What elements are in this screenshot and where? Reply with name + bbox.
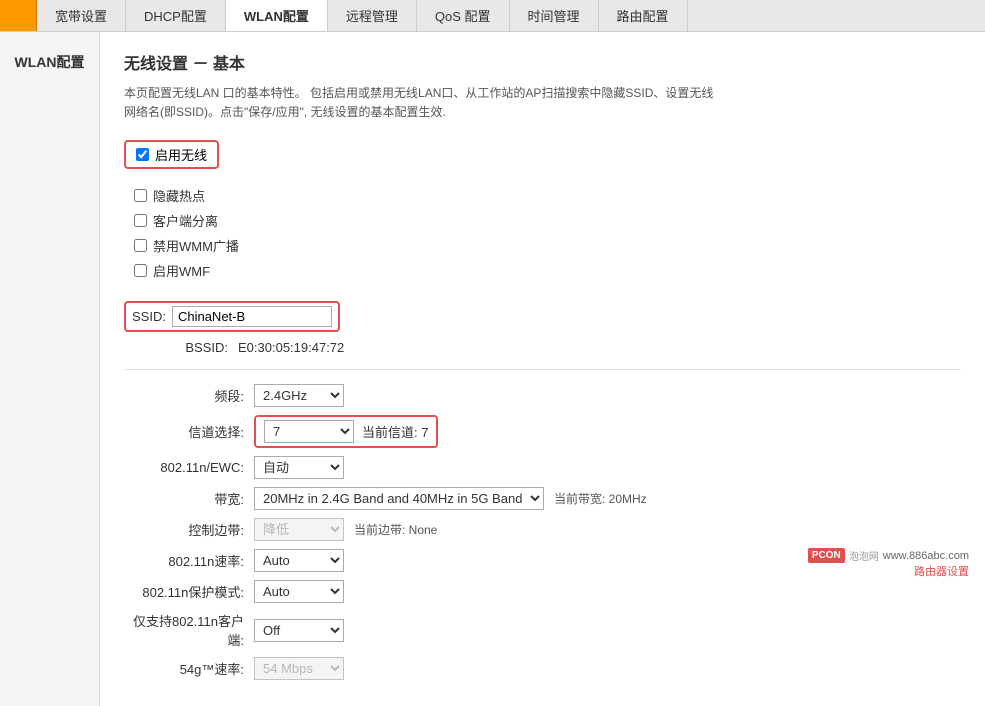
- branding-text: 路由器设置: [808, 563, 969, 579]
- top-navigation: 宽带设置 DHCP配置 WLAN配置 远程管理 QoS 配置 时间管理 路由配置: [0, 0, 985, 32]
- bssid-label: BSSID:: [128, 340, 238, 355]
- n-protection-row: 802.11n保护模式: AutoOffOn: [124, 580, 961, 603]
- bandwidth-select[interactable]: 20MHz in 2.4G Band and 40MHz in 5G Band …: [254, 487, 544, 510]
- checkbox-group: 隐藏热点 客户端分离 禁用WMM广播 启用WMF: [124, 183, 961, 283]
- branding-logo: PCON: [808, 548, 845, 563]
- current-channel-label: 当前信道: 7: [362, 422, 428, 441]
- page-description: 本页配置无线LAN 口的基本特性。 包括启用或禁用无线LAN口、从工作站的AP扫…: [124, 84, 724, 122]
- g-rate-select[interactable]: 54 Mbps48 Mbps36 Mbps: [254, 657, 344, 680]
- enable-wireless-box: 启用无线: [124, 140, 219, 169]
- channel-select[interactable]: 自动1234567891011: [264, 420, 354, 443]
- hide-ap-row: 隐藏热点: [134, 183, 961, 208]
- control-sideband-select[interactable]: 降低升高: [254, 518, 344, 541]
- band-label: 频段:: [124, 386, 254, 405]
- band-select[interactable]: 2.4GHz 5GHz: [254, 384, 344, 407]
- channel-row: 信道选择: 自动1234567891011 当前信道: 7: [124, 415, 961, 448]
- sidebar: WLAN配置: [0, 32, 100, 706]
- current-sideband-label: 当前边带: None: [354, 521, 437, 538]
- client-isolation-checkbox[interactable]: [134, 214, 147, 227]
- ssid-box: SSID:: [124, 301, 340, 332]
- content-area: 无线设置 － 基本 本页配置无线LAN 口的基本特性。 包括启用或禁用无线LAN…: [100, 32, 985, 706]
- disable-wmm-row: 禁用WMM广播: [134, 233, 961, 258]
- nav-brand: [0, 0, 37, 31]
- nav-dhcp[interactable]: DHCP配置: [126, 0, 226, 31]
- g-rate-label: 54g™速率:: [124, 659, 254, 678]
- n-ewc-select[interactable]: 自动启用禁用: [254, 456, 344, 479]
- client-isolation-row: 客户端分离: [134, 208, 961, 233]
- enable-wmf-label[interactable]: 启用WMF: [153, 261, 210, 280]
- g-rate-row: 54g™速率: 54 Mbps48 Mbps36 Mbps: [124, 657, 961, 680]
- channel-label: 信道选择:: [124, 422, 254, 441]
- page-title: 无线设置 － 基本: [124, 50, 961, 74]
- disable-wmm-checkbox[interactable]: [134, 239, 147, 252]
- enable-wireless-checkbox[interactable]: [136, 148, 149, 161]
- n-only-label: 仅支持802.11n客户端:: [124, 611, 254, 649]
- nav-wlan[interactable]: WLAN配置: [226, 0, 328, 31]
- enable-wireless-label[interactable]: 启用无线: [155, 145, 207, 164]
- ssid-label: SSID:: [132, 309, 166, 324]
- nav-broadband[interactable]: 宽带设置: [37, 0, 126, 31]
- control-sideband-label: 控制边带:: [124, 520, 254, 539]
- band-row: 频段: 2.4GHz 5GHz: [124, 384, 961, 407]
- branding-url: www.886abc.com: [883, 550, 969, 562]
- disable-wmm-label[interactable]: 禁用WMM广播: [153, 236, 239, 255]
- main-layout: WLAN配置 无线设置 － 基本 本页配置无线LAN 口的基本特性。 包括启用或…: [0, 32, 985, 706]
- branding-subtitle: 泡泡网: [849, 548, 879, 563]
- hide-ap-label[interactable]: 隐藏热点: [153, 186, 205, 205]
- n-rate-label: 802.11n速率:: [124, 551, 254, 570]
- nav-route[interactable]: 路由配置: [599, 0, 688, 31]
- bandwidth-label: 带宽:: [124, 489, 254, 508]
- hide-ap-checkbox[interactable]: [134, 189, 147, 202]
- n-rate-select[interactable]: Auto: [254, 549, 344, 572]
- bssid-value: E0:30:05:19:47:72: [238, 340, 344, 355]
- n-protection-label: 802.11n保护模式:: [124, 582, 254, 601]
- sidebar-title: WLAN配置: [10, 42, 90, 82]
- client-isolation-label[interactable]: 客户端分离: [153, 211, 218, 230]
- channel-box: 自动1234567891011 当前信道: 7: [254, 415, 438, 448]
- n-ewc-row: 802.11n/EWC: 自动启用禁用: [124, 456, 961, 479]
- n-only-row: 仅支持802.11n客户端: OffOn: [124, 611, 961, 649]
- n-ewc-label: 802.11n/EWC:: [124, 460, 254, 475]
- divider-1: [124, 369, 961, 370]
- nav-remote[interactable]: 远程管理: [328, 0, 417, 31]
- bssid-row: BSSID: E0:30:05:19:47:72: [128, 340, 961, 355]
- n-only-select[interactable]: OffOn: [254, 619, 344, 642]
- nav-time[interactable]: 时间管理: [510, 0, 599, 31]
- nav-qos[interactable]: QoS 配置: [417, 0, 510, 31]
- control-sideband-row: 控制边带: 降低升高 当前边带: None: [124, 518, 961, 541]
- enable-wmf-row: 启用WMF: [134, 258, 961, 283]
- branding: PCON 泡泡网 www.886abc.com 路由器设置: [808, 548, 969, 579]
- current-bandwidth-label: 当前带宽: 20MHz: [554, 490, 647, 507]
- enable-wmf-checkbox[interactable]: [134, 264, 147, 277]
- n-protection-select[interactable]: AutoOffOn: [254, 580, 344, 603]
- ssid-input[interactable]: [172, 306, 332, 327]
- bandwidth-row: 带宽: 20MHz in 2.4G Band and 40MHz in 5G B…: [124, 487, 961, 510]
